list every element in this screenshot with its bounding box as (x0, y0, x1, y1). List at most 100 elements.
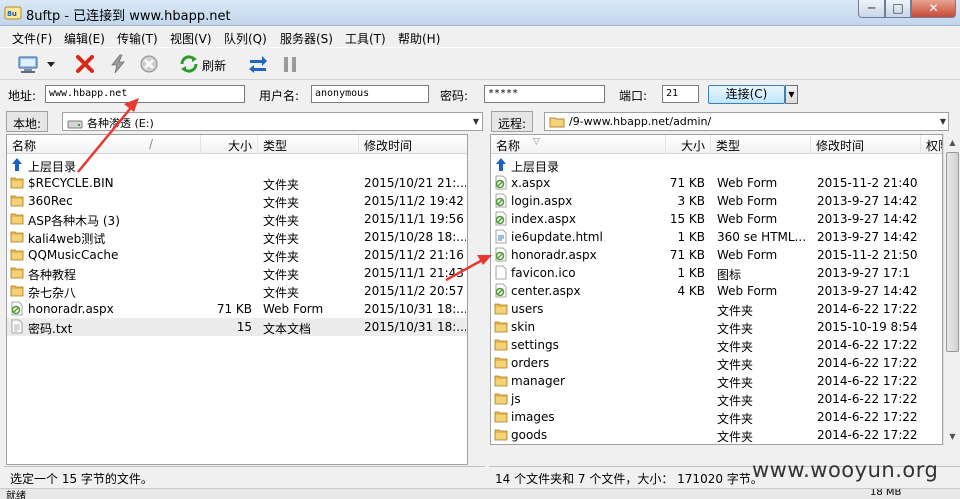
local-path-dropdown-icon[interactable]: ▼ (469, 113, 483, 130)
local-file-row[interactable]: honoradr.aspx 71 KB Web Form 2015/10/31 18:… (7, 300, 467, 318)
remote-file-row[interactable]: ie6update.html 1 KB 360 se HTML... 2013-9-2… (491, 228, 942, 246)
remote-column-header: 名称 ▽ 大小 类型 修改时间 权限 (491, 135, 942, 154)
remote-scrollbar[interactable]: ▲ ▼ (943, 134, 960, 445)
bottom-left-text: 就绪 (6, 491, 26, 499)
site-manager-icon[interactable] (17, 54, 39, 74)
remote-col-size[interactable]: 大小 (666, 135, 711, 154)
file-type: Web Form (717, 248, 778, 262)
aspx-file-icon (495, 175, 507, 190)
menu-queue[interactable]: 队列(Q) (224, 30, 267, 47)
remote-col-name[interactable]: 名称 ▽ (491, 135, 666, 154)
folder-icon (10, 267, 24, 279)
pause-icon[interactable] (279, 54, 301, 74)
stop-icon[interactable] (138, 54, 160, 74)
file-name: users (511, 302, 544, 316)
remote-file-row[interactable]: goods 文件夹 2014-6-22 17:22 (491, 426, 942, 444)
remote-file-list[interactable]: 名称 ▽ 大小 类型 修改时间 权限 上层目录 x.aspx 71 KB Web Fo… (490, 134, 943, 445)
file-name: manager (511, 374, 565, 388)
menu-server[interactable]: 服务器(S) (280, 30, 333, 47)
file-modified: 2013-9-27 17:1 (817, 266, 910, 280)
remote-path-bar: 远程: /9-www.hbapp.net/admin/ ▼ (489, 111, 960, 133)
local-file-row[interactable]: 各种教程 文件夹 2015/11/1 21:43 (7, 264, 467, 282)
connect-button[interactable]: 连接(C) (708, 85, 785, 104)
file-type: 文件夹 (717, 412, 754, 426)
file-name: 杂七杂八 (28, 286, 77, 300)
remote-file-row[interactable]: favicon.ico 1 KB 图标 2013-9-27 17:1 (491, 264, 942, 282)
remote-file-row[interactable]: honoradr.aspx 71 KB Web Form 2015-11-2 21:5… (491, 246, 942, 264)
connection-bar: 地址: www.hbapp.net 用户名: anonymous 密码: ***… (0, 81, 960, 109)
title-bar[interactable]: 8u 8uftp - 已连接到 www.hbapp.net ─ □ ✕ (0, 0, 960, 26)
local-file-row[interactable]: 密码.txt 15 文本文档 2015/10/31 18:... (7, 318, 467, 336)
password-input[interactable]: ***** (484, 85, 605, 103)
minimize-button[interactable]: ─ (858, 0, 885, 18)
local-file-row[interactable]: kali4web测试 文件夹 2015/10/28 18:... (7, 228, 467, 246)
file-type: Web Form (717, 284, 778, 298)
transfer-icon[interactable] (247, 54, 269, 74)
local-col-size[interactable]: 大小 (201, 135, 258, 154)
username-input[interactable]: anonymous (311, 85, 429, 103)
port-input[interactable]: 21 (662, 85, 699, 103)
scroll-down-icon[interactable]: ▼ (944, 428, 960, 445)
local-file-row[interactable]: 杂七杂八 文件夹 2015/11/2 20:57 (7, 282, 467, 300)
lightning-icon[interactable] (107, 54, 129, 74)
menu-tools[interactable]: 工具(T) (345, 30, 386, 47)
local-file-row[interactable]: QQMusicCache 文件夹 2015/11/2 21:16 (7, 246, 467, 264)
remote-file-row[interactable]: orders 文件夹 2014-6-22 17:22 (491, 354, 942, 372)
remote-file-row[interactable]: login.aspx 3 KB Web Form 2013-9-27 14:42 (491, 192, 942, 210)
remote-parent-row[interactable]: 上层目录 (491, 156, 942, 174)
refresh-icon[interactable] (178, 54, 200, 74)
file-name: $RECYCLE.BIN (28, 176, 114, 190)
address-input[interactable]: www.hbapp.net (45, 85, 245, 103)
remote-path-select[interactable]: /9-www.hbapp.net/admin/ (544, 112, 949, 131)
file-type: 文件夹 (717, 322, 754, 336)
menu-edit[interactable]: 编辑(E) (64, 30, 105, 47)
connect-dropdown-icon[interactable]: ▼ (785, 85, 798, 104)
local-file-list[interactable]: 名称 / 大小 类型 修改时间 上层目录 $RECYCLE.BIN 文件夹 2015/… (6, 134, 468, 465)
file-modified: 2013-9-27 14:42 (817, 194, 917, 208)
menu-transfer[interactable]: 传输(T) (117, 30, 158, 47)
local-col-name[interactable]: 名称 / (7, 135, 201, 154)
local-status-bar: 选定一个 15 字节的文件。 (4, 466, 485, 486)
local-col-type[interactable]: 类型 (258, 135, 359, 154)
chevron-down-icon[interactable] (44, 54, 58, 74)
file-type: Web Form (717, 194, 778, 208)
remote-file-row[interactable]: x.aspx 71 KB Web Form 2015-11-2 21:40 (491, 174, 942, 192)
remote-file-row[interactable]: index.aspx 15 KB Web Form 2013-9-27 14:42 (491, 210, 942, 228)
local-file-row[interactable]: ASP各种木马 (3) 文件夹 2015/11/1 19:56 (7, 210, 467, 228)
remote-file-row[interactable]: users 文件夹 2014-6-22 17:22 (491, 300, 942, 318)
sort-indicator: ▽ (533, 137, 540, 147)
remote-file-row[interactable]: settings 文件夹 2014-6-22 17:22 (491, 336, 942, 354)
remote-file-row[interactable]: js 文件夹 2014-6-22 17:22 (491, 390, 942, 408)
remote-col-date[interactable]: 修改时间 (811, 135, 921, 154)
aspx-file-icon (11, 301, 23, 316)
remote-path-dropdown-icon[interactable]: ▼ (936, 113, 950, 130)
html-file-icon (495, 229, 507, 244)
file-name: center.aspx (511, 284, 581, 298)
file-modified: 2014-6-22 17:22 (817, 338, 917, 352)
remote-file-row[interactable]: skin 文件夹 2015-10-19 8:54 (491, 318, 942, 336)
scroll-up-icon[interactable]: ▲ (944, 134, 960, 151)
local-file-row[interactable]: $RECYCLE.BIN 文件夹 2015/10/21 21:... (7, 174, 467, 192)
refresh-label[interactable]: 刷新 (202, 57, 226, 74)
local-parent-row[interactable]: 上层目录 (7, 156, 467, 174)
remote-file-row[interactable]: manager 文件夹 2014-6-22 17:22 (491, 372, 942, 390)
sort-indicator: / (149, 137, 154, 151)
file-modified: 2015-11-2 21:40 (817, 176, 917, 190)
menu-help[interactable]: 帮助(H) (398, 30, 440, 47)
remote-file-row[interactable]: center.aspx 4 KB Web Form 2013-9-27 14:42 (491, 282, 942, 300)
text-file-icon (11, 319, 23, 334)
scroll-thumb[interactable] (946, 152, 959, 352)
local-col-date[interactable]: 修改时间 (359, 135, 467, 154)
close-button[interactable]: ✕ (911, 0, 956, 18)
folder-icon (10, 285, 24, 297)
menu-file[interactable]: 文件(F) (12, 30, 52, 47)
local-file-row[interactable]: 360Rec 文件夹 2015/11/2 19:42 (7, 192, 467, 210)
remote-file-row[interactable]: images 文件夹 2014-6-22 17:22 (491, 408, 942, 426)
maximize-button[interactable]: □ (885, 0, 911, 18)
local-path-select[interactable]: 各种渗透 (E:) (62, 112, 483, 131)
remote-col-name-label: 名称 (496, 139, 521, 153)
disconnect-icon[interactable] (74, 54, 96, 74)
remote-col-type[interactable]: 类型 (711, 135, 811, 154)
remote-col-perm[interactable]: 权限 (921, 135, 942, 154)
menu-view[interactable]: 视图(V) (170, 30, 212, 47)
